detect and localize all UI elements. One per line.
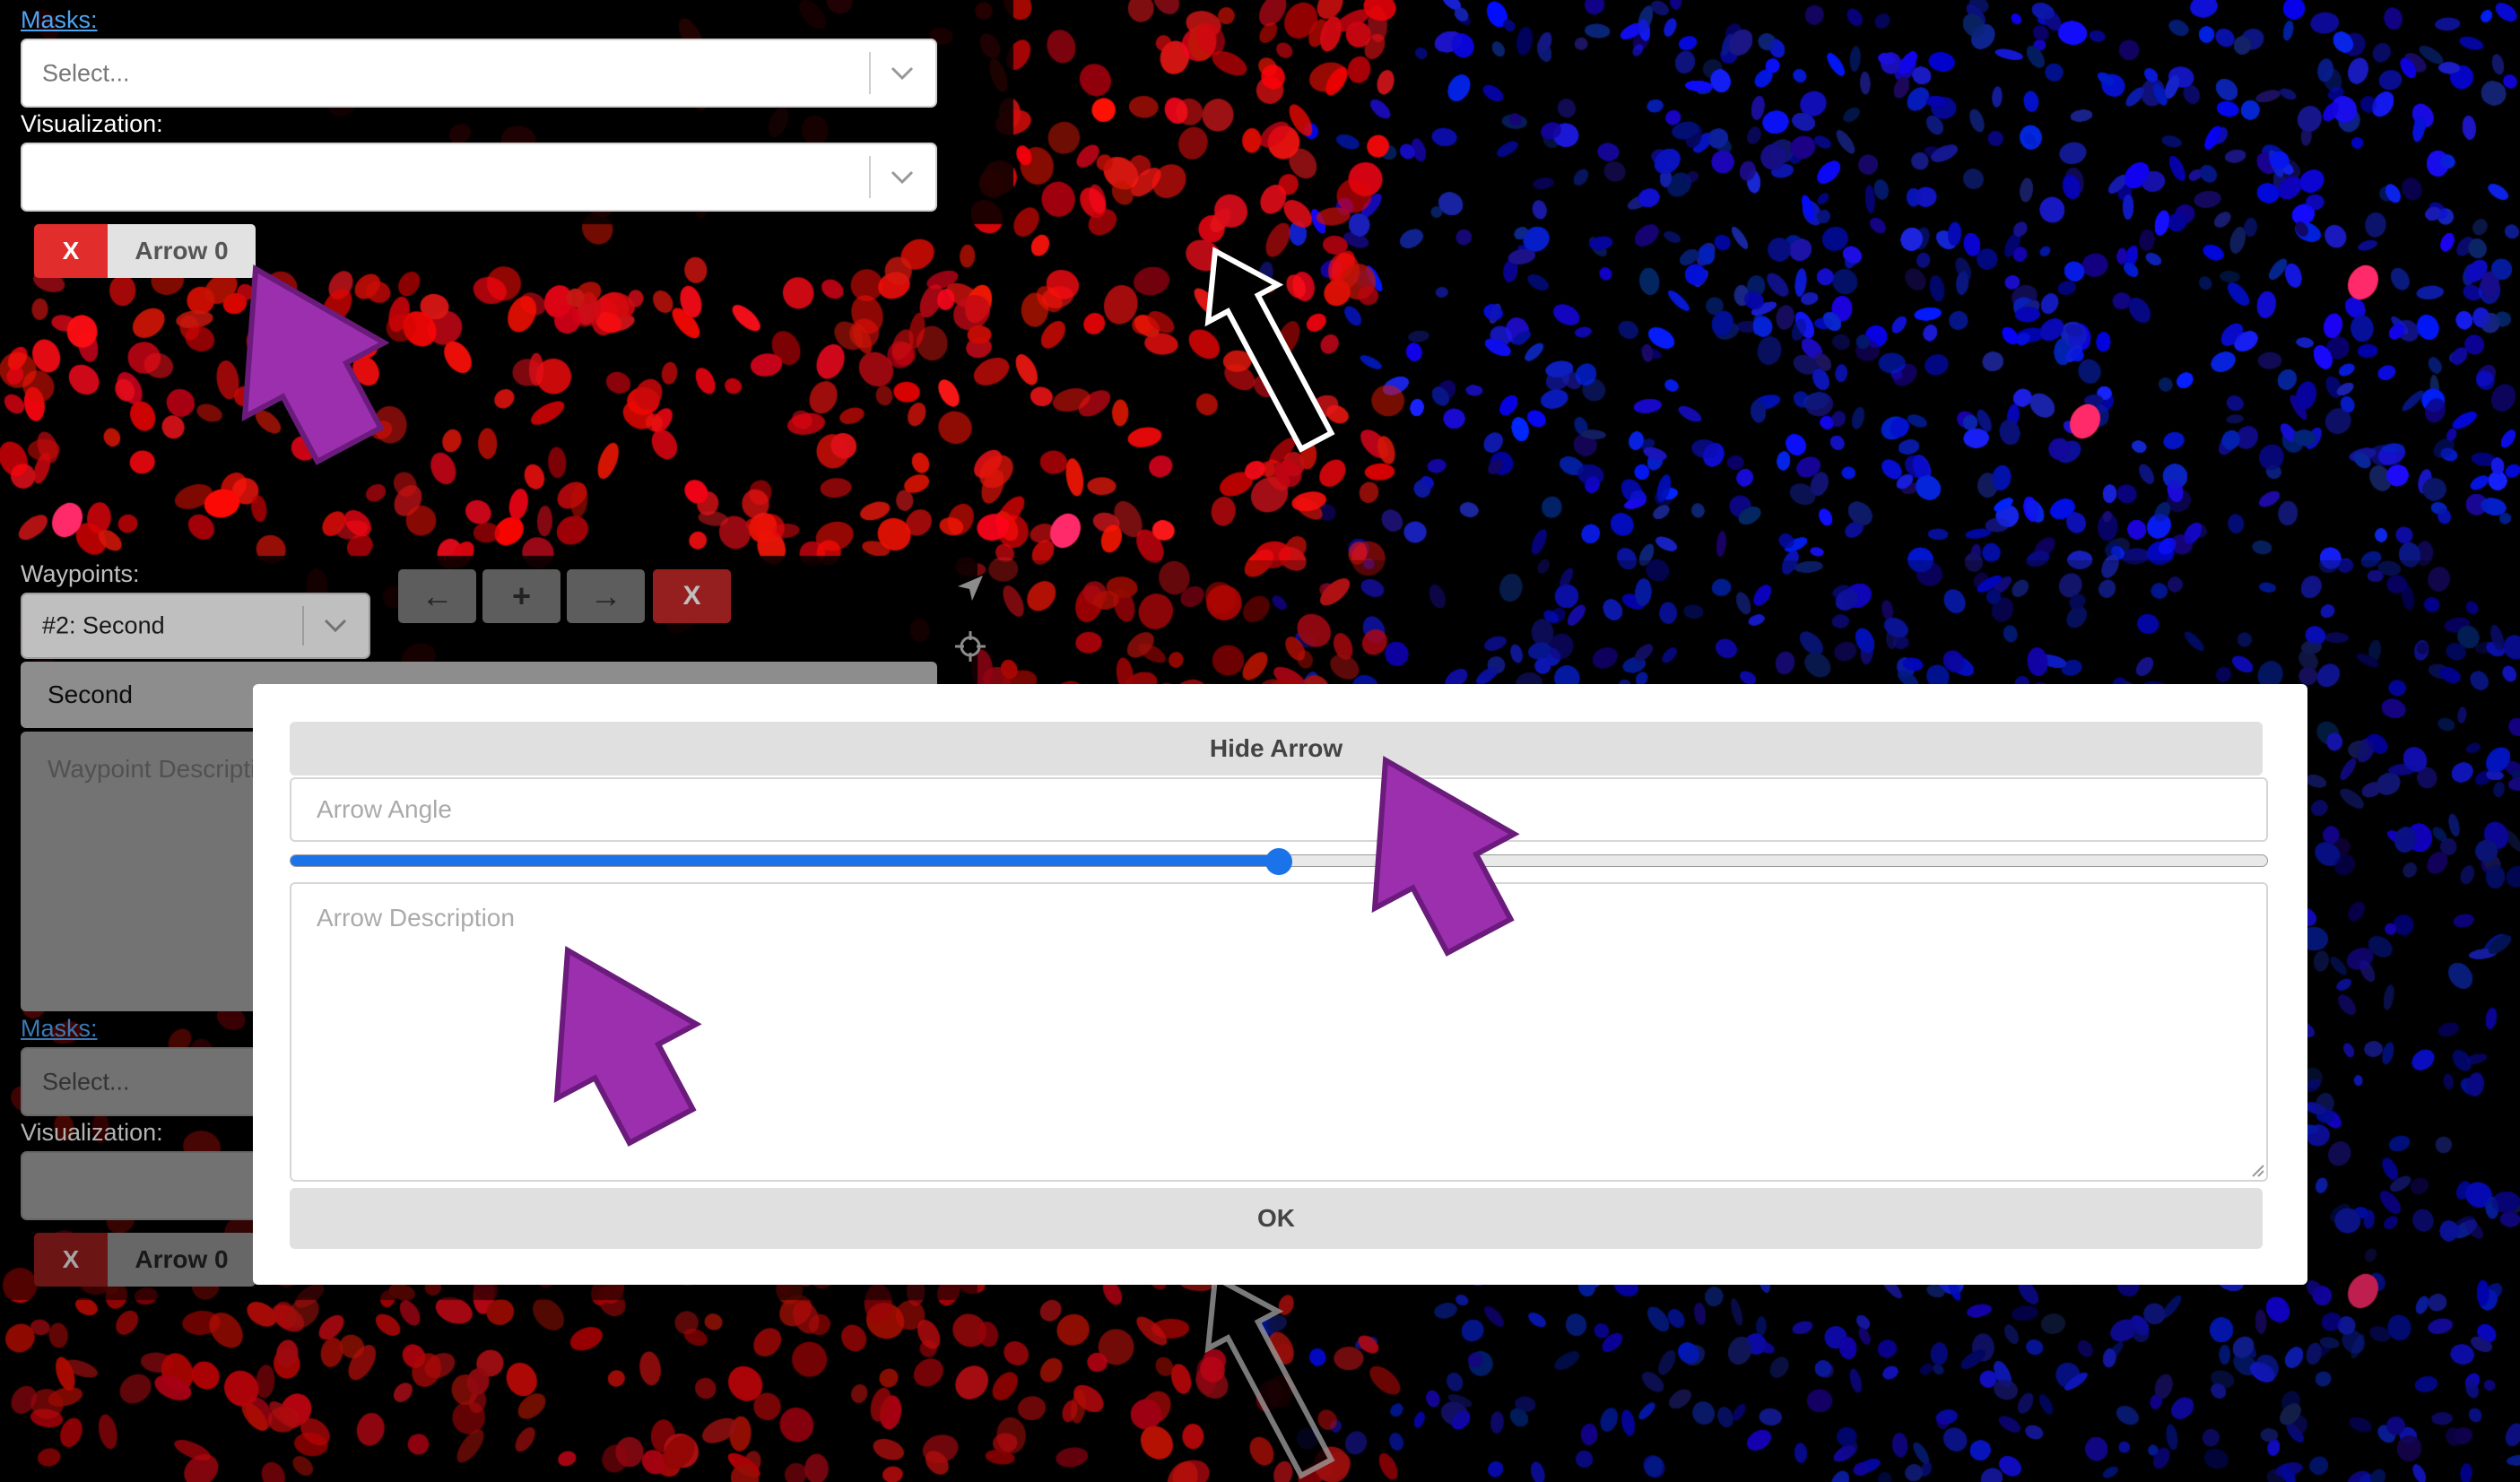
masks-select-placeholder: Select...	[42, 1068, 130, 1095]
hide-arrow-button[interactable]: Hide Arrow	[290, 722, 2263, 776]
chevron-down-icon[interactable]	[889, 169, 916, 186]
ok-button[interactable]: OK	[290, 1188, 2263, 1249]
masks-label[interactable]: Masks:	[21, 6, 98, 34]
masks-select[interactable]: Select...	[21, 39, 937, 108]
delete-arrow-button[interactable]: X	[34, 1233, 108, 1287]
waypoints-label: Waypoints:	[21, 560, 140, 587]
visualization-label: Visualization:	[21, 1119, 163, 1146]
masks-select-placeholder: Select...	[42, 59, 130, 86]
visualization-select[interactable]	[21, 143, 937, 212]
waypoint-select-value: #2: Second	[42, 611, 165, 639]
slider-thumb[interactable]	[1265, 848, 1292, 875]
delete-arrow-button[interactable]: X	[34, 224, 108, 278]
slider-fill	[291, 855, 1280, 866]
arrow-angle-input[interactable]: Arrow Angle	[290, 777, 2268, 842]
select-separator	[869, 156, 871, 198]
add-waypoint-button[interactable]: +	[482, 569, 560, 623]
waypoint-select[interactable]: #2: Second	[21, 593, 370, 659]
delete-waypoint-button[interactable]: X	[653, 569, 731, 623]
arrow-item-button[interactable]: Arrow 0	[108, 1233, 256, 1287]
masks-label[interactable]: Masks:	[21, 1015, 98, 1043]
select-separator	[869, 52, 871, 94]
arrow-description-input[interactable]: Arrow Description	[290, 882, 2268, 1182]
arrow-item-button[interactable]: Arrow 0	[108, 224, 256, 278]
location-arrow-icon[interactable]	[953, 571, 987, 605]
chevron-down-icon[interactable]	[889, 65, 916, 82]
next-waypoint-button[interactable]: →	[567, 569, 645, 623]
visualization-label: Visualization:	[21, 110, 163, 137]
resize-handle-icon[interactable]	[2249, 1162, 2265, 1178]
select-separator	[302, 605, 304, 646]
previous-waypoint-button[interactable]: ←	[398, 569, 476, 623]
crosshair-icon[interactable]	[953, 629, 987, 663]
chevron-down-icon[interactable]	[322, 617, 349, 635]
arrow-dialog: Hide Arrow Arrow Angle Arrow Description…	[253, 684, 2307, 1285]
